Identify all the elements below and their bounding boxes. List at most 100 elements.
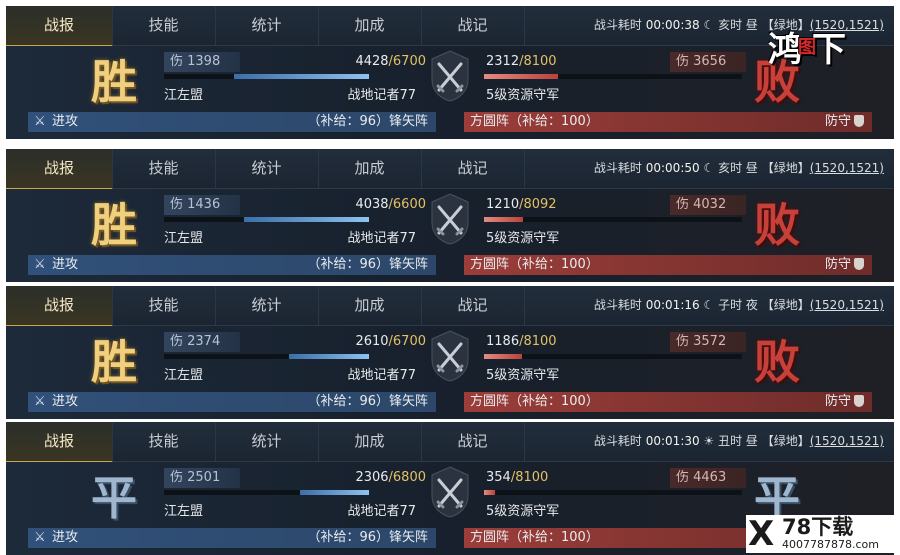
battle-report-panel: 战报 技能 统计 加成 战记 战斗耗时 00:00:38 ☾ 亥时 昼 【绿地】(1520… bbox=[6, 6, 894, 139]
defense-bar: 方圆阵（补给：100） 防守 bbox=[464, 112, 872, 132]
battle-duration: 00:01:16 bbox=[645, 298, 700, 312]
battle-duration: 00:00:38 bbox=[645, 18, 700, 32]
battle-duration: 00:00:50 bbox=[645, 161, 700, 175]
time-period: 亥时 昼 bbox=[718, 18, 758, 32]
tab-bar: 战报 技能 统计 加成 战记 战斗耗时 00:00:38 ☾ 亥时 昼 【绿地】(1520… bbox=[6, 6, 894, 47]
crossed-swords-icon bbox=[430, 193, 470, 245]
left-result-glyph: 胜 bbox=[91, 55, 137, 109]
left-result-glyph: 平 bbox=[91, 471, 137, 525]
tab-skills[interactable]: 技能 bbox=[112, 286, 216, 325]
shield-icon bbox=[854, 258, 864, 270]
battle-summary: 胜 败 伤 2374 2610/6700 江左盟 战地记者77 1186/8100 伤 357… bbox=[6, 326, 894, 419]
attack-bar: ⚔ 进攻 （补给：96）锋矢阵 bbox=[28, 255, 436, 275]
tab-record[interactable]: 战记 bbox=[421, 422, 525, 461]
crossed-swords-icon bbox=[430, 50, 470, 102]
left-troop-bar bbox=[164, 217, 369, 222]
left-troop-count: 4428/6700 bbox=[355, 54, 426, 69]
terrain-label: 【绿地】 bbox=[761, 161, 810, 175]
left-alliance: 江左盟 bbox=[164, 368, 204, 383]
left-damage-badge: 伤 2501 bbox=[164, 468, 240, 488]
sword-icon: ⚔ bbox=[34, 530, 46, 545]
tab-report[interactable]: 战报 bbox=[6, 286, 113, 327]
left-damage-badge: 伤 1436 bbox=[164, 195, 240, 215]
left-alliance: 江左盟 bbox=[164, 231, 204, 246]
right-enemy-name: 5级资源守军 bbox=[486, 368, 560, 383]
coordinate-link[interactable]: (1520,1521) bbox=[810, 161, 884, 175]
tab-bar: 战报 技能 统计 加成 战记 战斗耗时 00:01:16 ☾ 子时 夜 【绿地】(1520… bbox=[6, 286, 894, 327]
right-enemy-name: 5级资源守军 bbox=[486, 88, 560, 103]
tab-bonus[interactable]: 加成 bbox=[318, 286, 422, 325]
tab-record[interactable]: 战记 bbox=[421, 286, 525, 325]
right-troop-count: 354/8100 bbox=[486, 470, 549, 485]
battle-duration: 00:01:30 bbox=[645, 434, 700, 448]
battle-info: 战斗耗时 00:01:16 ☾ 子时 夜 【绿地】(1520,1521) bbox=[593, 298, 884, 312]
terrain-label: 【绿地】 bbox=[761, 434, 810, 448]
left-alliance: 江左盟 bbox=[164, 504, 204, 519]
tab-bonus[interactable]: 加成 bbox=[318, 6, 422, 45]
moon-icon: ☾ bbox=[703, 298, 715, 312]
watermark-logo: 鸿图下 bbox=[768, 30, 846, 70]
battle-info: 战斗耗时 00:00:50 ☾ 亥时 昼 【绿地】(1520,1521) bbox=[593, 161, 884, 175]
left-player-name[interactable]: 战地记者77 bbox=[347, 500, 416, 519]
tab-bar: 战报 技能 统计 加成 战记 战斗耗时 00:01:30 ☀ 丑时 昼 【绿地】(1520… bbox=[6, 422, 894, 463]
defense-bar: 方圆阵（补给：100） 防守 bbox=[464, 255, 872, 275]
battle-summary: 胜 败 伤 1436 4038/6600 江左盟 战地记者77 1210/8092 伤 403… bbox=[6, 189, 894, 282]
left-player-name[interactable]: 战地记者77 bbox=[347, 227, 416, 246]
tab-bar: 战报 技能 统计 加成 战记 战斗耗时 00:00:50 ☾ 亥时 昼 【绿地】(1520… bbox=[6, 149, 894, 190]
left-damage-badge: 伤 2374 bbox=[164, 332, 240, 352]
tab-bonus[interactable]: 加成 bbox=[318, 422, 422, 461]
right-enemy-name: 5级资源守军 bbox=[486, 504, 560, 519]
tab-skills[interactable]: 技能 bbox=[112, 149, 216, 188]
left-troop-count: 4038/6600 bbox=[355, 197, 426, 212]
defense-bar: 方圆阵（补给：100） 防守 bbox=[464, 392, 872, 412]
battle-info: 战斗耗时 00:01:30 ☀ 丑时 昼 【绿地】(1520,1521) bbox=[593, 434, 884, 448]
tab-report[interactable]: 战报 bbox=[6, 422, 113, 463]
shield-icon bbox=[854, 115, 864, 127]
attack-bar: ⚔ 进攻 （补给：96）锋矢阵 bbox=[28, 112, 436, 132]
tab-bonus[interactable]: 加成 bbox=[318, 149, 422, 188]
tab-report[interactable]: 战报 bbox=[6, 149, 113, 190]
right-troop-bar bbox=[484, 490, 742, 495]
tab-stats[interactable]: 统计 bbox=[215, 149, 319, 188]
coordinate-link[interactable]: (1520,1521) bbox=[810, 298, 884, 312]
left-result-glyph: 胜 bbox=[91, 335, 137, 389]
x-logo-icon: X bbox=[748, 514, 775, 554]
tab-stats[interactable]: 统计 bbox=[215, 6, 319, 45]
sword-icon: ⚔ bbox=[34, 257, 46, 272]
right-enemy-name: 5级资源守军 bbox=[486, 231, 560, 246]
time-period: 丑时 昼 bbox=[718, 434, 758, 448]
crossed-swords-icon bbox=[430, 330, 470, 382]
left-troop-bar bbox=[164, 354, 369, 359]
tab-skills[interactable]: 技能 bbox=[112, 422, 216, 461]
left-player-name[interactable]: 战地记者77 bbox=[347, 84, 416, 103]
right-troop-bar bbox=[484, 354, 742, 359]
watermark-78xiazai: X 78下载 4007787878.com bbox=[746, 515, 898, 553]
right-result-glyph: 败 bbox=[754, 335, 800, 389]
left-player-name[interactable]: 战地记者77 bbox=[347, 364, 416, 383]
attack-bar: ⚔ 进攻 （补给：96）锋矢阵 bbox=[28, 392, 436, 412]
tab-stats[interactable]: 统计 bbox=[215, 422, 319, 461]
tab-skills[interactable]: 技能 bbox=[112, 6, 216, 45]
sword-icon: ⚔ bbox=[34, 114, 46, 129]
attack-bar: ⚔ 进攻 （补给：96）锋矢阵 bbox=[28, 528, 436, 548]
right-damage-badge: 伤 4463 bbox=[670, 468, 746, 488]
terrain-label: 【绿地】 bbox=[761, 298, 810, 312]
tab-report[interactable]: 战报 bbox=[6, 6, 113, 47]
left-alliance: 江左盟 bbox=[164, 88, 204, 103]
left-troop-count: 2610/6700 bbox=[355, 334, 426, 349]
coordinate-link[interactable]: (1520,1521) bbox=[810, 434, 884, 448]
right-troop-count: 1210/8092 bbox=[486, 197, 557, 212]
tab-stats[interactable]: 统计 bbox=[215, 286, 319, 325]
right-result-glyph: 败 bbox=[754, 198, 800, 252]
right-damage-badge: 伤 4032 bbox=[670, 195, 746, 215]
time-period: 子时 夜 bbox=[718, 298, 758, 312]
sun-icon: ☀ bbox=[703, 434, 715, 448]
left-damage-badge: 伤 1398 bbox=[164, 52, 240, 72]
moon-icon: ☾ bbox=[703, 18, 715, 32]
tab-record[interactable]: 战记 bbox=[421, 149, 525, 188]
tab-record[interactable]: 战记 bbox=[421, 6, 525, 45]
right-damage-badge: 伤 3572 bbox=[670, 332, 746, 352]
right-troop-bar bbox=[484, 217, 742, 222]
battle-summary: 胜败伤 1398 4428/6700 江左盟 战地记者77 2312/8100 伤 365… bbox=[6, 46, 894, 139]
moon-icon: ☾ bbox=[703, 161, 715, 175]
